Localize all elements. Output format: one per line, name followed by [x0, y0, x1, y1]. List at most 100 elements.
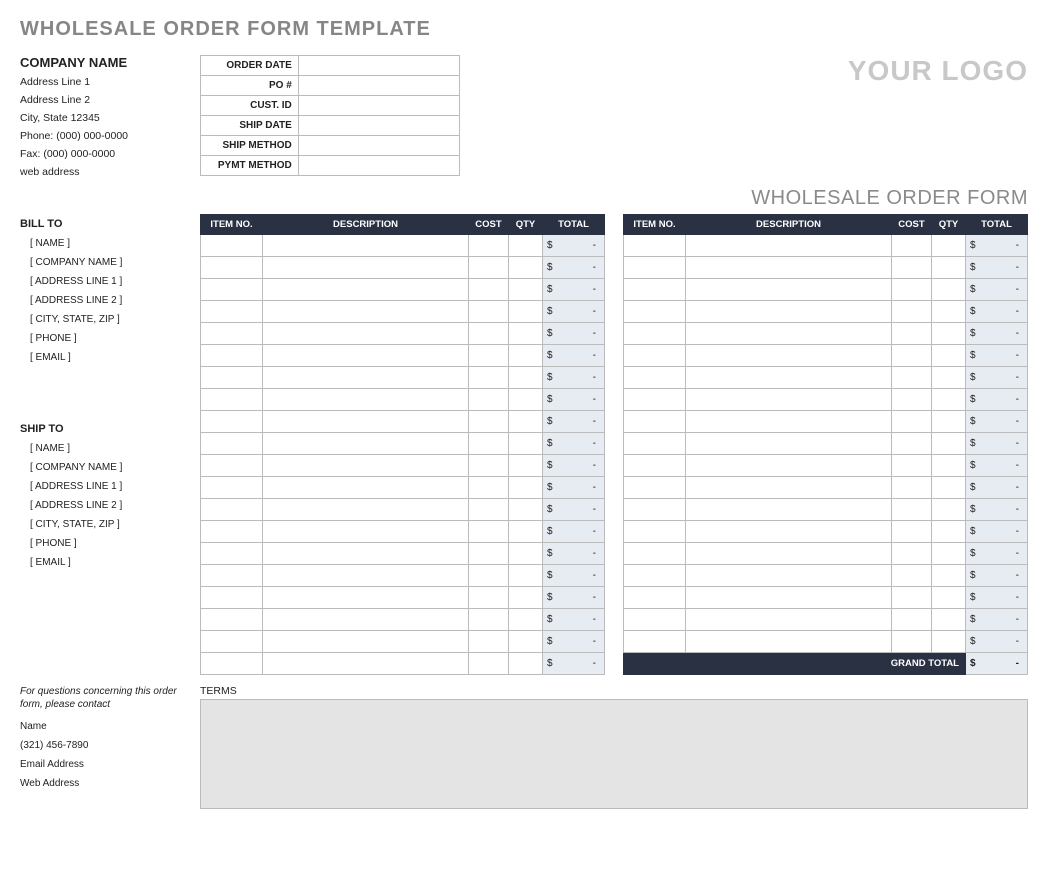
cell-qty[interactable] — [932, 257, 966, 279]
cell-cost[interactable] — [892, 565, 932, 587]
cell-item-no[interactable] — [201, 345, 263, 367]
cell-cost[interactable] — [469, 257, 509, 279]
cell-cost[interactable] — [469, 411, 509, 433]
cell-qty[interactable] — [932, 543, 966, 565]
cell-item-no[interactable] — [624, 543, 686, 565]
cell-cost[interactable] — [892, 477, 932, 499]
cell-description[interactable] — [686, 301, 892, 323]
cell-description[interactable] — [686, 521, 892, 543]
cell-item-no[interactable] — [201, 499, 263, 521]
cell-qty[interactable] — [932, 609, 966, 631]
cell-cost[interactable] — [892, 279, 932, 301]
meta-value-po[interactable] — [298, 76, 459, 96]
cell-qty[interactable] — [932, 477, 966, 499]
cell-item-no[interactable] — [201, 411, 263, 433]
cell-cost[interactable] — [892, 345, 932, 367]
cell-description[interactable] — [263, 455, 469, 477]
cell-description[interactable] — [263, 433, 469, 455]
cell-description[interactable] — [686, 609, 892, 631]
cell-item-no[interactable] — [201, 653, 263, 675]
ship-to-field[interactable]: [ NAME ] — [20, 443, 190, 454]
cell-description[interactable] — [263, 521, 469, 543]
cell-description[interactable] — [263, 345, 469, 367]
cell-item-no[interactable] — [624, 433, 686, 455]
cell-description[interactable] — [686, 367, 892, 389]
cell-cost[interactable] — [892, 235, 932, 257]
cell-item-no[interactable] — [201, 323, 263, 345]
cell-qty[interactable] — [932, 631, 966, 653]
cell-item-no[interactable] — [201, 279, 263, 301]
cell-description[interactable] — [686, 323, 892, 345]
cell-qty[interactable] — [932, 521, 966, 543]
meta-value-pymt-method[interactable] — [298, 156, 459, 176]
cell-description[interactable] — [263, 565, 469, 587]
cell-item-no[interactable] — [201, 433, 263, 455]
cell-qty[interactable] — [932, 235, 966, 257]
ship-to-field[interactable]: [ COMPANY NAME ] — [20, 462, 190, 473]
cell-item-no[interactable] — [624, 235, 686, 257]
cell-cost[interactable] — [892, 389, 932, 411]
cell-cost[interactable] — [469, 323, 509, 345]
cell-item-no[interactable] — [201, 543, 263, 565]
cell-cost[interactable] — [892, 455, 932, 477]
cell-item-no[interactable] — [624, 389, 686, 411]
meta-value-cust-id[interactable] — [298, 96, 459, 116]
ship-to-field[interactable]: [ PHONE ] — [20, 538, 190, 549]
cell-item-no[interactable] — [201, 521, 263, 543]
cell-cost[interactable] — [469, 477, 509, 499]
cell-qty[interactable] — [509, 455, 543, 477]
cell-description[interactable] — [686, 499, 892, 521]
cell-cost[interactable] — [892, 433, 932, 455]
cell-item-no[interactable] — [201, 609, 263, 631]
cell-qty[interactable] — [509, 301, 543, 323]
cell-qty[interactable] — [932, 301, 966, 323]
cell-qty[interactable] — [509, 587, 543, 609]
cell-description[interactable] — [263, 323, 469, 345]
cell-qty[interactable] — [509, 477, 543, 499]
bill-to-field[interactable]: [ COMPANY NAME ] — [20, 257, 190, 268]
meta-value-order-date[interactable] — [298, 56, 459, 76]
cell-cost[interactable] — [892, 543, 932, 565]
cell-qty[interactable] — [509, 367, 543, 389]
cell-qty[interactable] — [509, 257, 543, 279]
terms-textarea[interactable] — [200, 699, 1028, 809]
cell-item-no[interactable] — [624, 279, 686, 301]
cell-cost[interactable] — [469, 345, 509, 367]
cell-item-no[interactable] — [624, 411, 686, 433]
cell-description[interactable] — [686, 477, 892, 499]
cell-item-no[interactable] — [201, 235, 263, 257]
cell-qty[interactable] — [932, 411, 966, 433]
cell-description[interactable] — [263, 653, 469, 675]
cell-description[interactable] — [263, 631, 469, 653]
cell-qty[interactable] — [932, 367, 966, 389]
cell-description[interactable] — [263, 389, 469, 411]
cell-description[interactable] — [686, 411, 892, 433]
cell-description[interactable] — [686, 345, 892, 367]
cell-qty[interactable] — [932, 345, 966, 367]
cell-qty[interactable] — [509, 279, 543, 301]
ship-to-field[interactable]: [ ADDRESS LINE 2 ] — [20, 500, 190, 511]
bill-to-field[interactable]: [ ADDRESS LINE 1 ] — [20, 276, 190, 287]
cell-description[interactable] — [263, 367, 469, 389]
cell-cost[interactable] — [892, 411, 932, 433]
cell-item-no[interactable] — [201, 389, 263, 411]
cell-qty[interactable] — [509, 521, 543, 543]
cell-cost[interactable] — [469, 455, 509, 477]
cell-qty[interactable] — [509, 565, 543, 587]
cell-item-no[interactable] — [201, 257, 263, 279]
cell-cost[interactable] — [469, 433, 509, 455]
cell-cost[interactable] — [469, 279, 509, 301]
bill-to-field[interactable]: [ ADDRESS LINE 2 ] — [20, 295, 190, 306]
cell-item-no[interactable] — [624, 367, 686, 389]
cell-description[interactable] — [263, 257, 469, 279]
cell-qty[interactable] — [509, 345, 543, 367]
cell-qty[interactable] — [509, 235, 543, 257]
cell-description[interactable] — [686, 279, 892, 301]
bill-to-field[interactable]: [ NAME ] — [20, 238, 190, 249]
cell-item-no[interactable] — [201, 301, 263, 323]
cell-cost[interactable] — [469, 543, 509, 565]
cell-item-no[interactable] — [624, 565, 686, 587]
cell-item-no[interactable] — [624, 499, 686, 521]
cell-cost[interactable] — [892, 631, 932, 653]
cell-cost[interactable] — [892, 499, 932, 521]
